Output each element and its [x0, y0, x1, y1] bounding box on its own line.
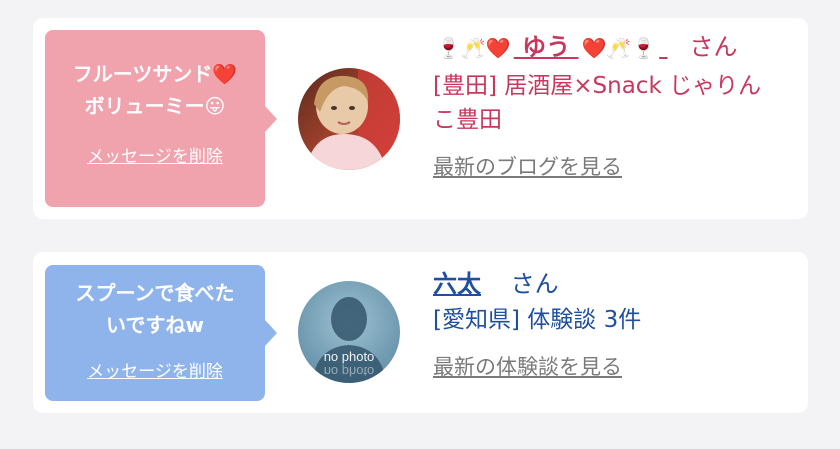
- message-text: スプーンで食べた いですねw: [45, 277, 265, 341]
- no-photo-placeholder: no photo no photo: [298, 281, 400, 383]
- shop-label: [豊田] 居酒屋×Snack じゃりん こ豊田: [433, 69, 793, 137]
- shop-line: こ豊田: [433, 107, 502, 133]
- avatar[interactable]: [298, 68, 400, 170]
- avatar-text: no photo: [324, 349, 375, 364]
- message-text: フルーツサンド❤️ ボリューミー😛: [45, 58, 265, 122]
- delete-message-link[interactable]: メッセージを削除: [87, 142, 223, 167]
- message-line: フルーツサンド❤️: [72, 62, 238, 86]
- delete-message-link[interactable]: メッセージを削除: [87, 357, 223, 382]
- message-line: ボリューミー😛: [84, 94, 226, 118]
- honorific: さん: [510, 270, 559, 298]
- avatar[interactable]: no photo no photo: [298, 281, 400, 383]
- emoji-decoration: ❤️🥂🍷: [581, 36, 657, 60]
- shop-label: [愛知県] 体験談 3件: [433, 307, 642, 333]
- sender-name-link[interactable]: 六太: [433, 270, 481, 298]
- view-latest-experiences-link[interactable]: 最新の体験談を見る: [433, 351, 622, 381]
- message-line: スプーンで食べた: [75, 281, 235, 305]
- message-card: フルーツサンド❤️ ボリューミー😛 メッセージを削除 🍷🥂❤️ ゆう ❤️🥂🍷 …: [33, 18, 808, 219]
- view-latest-blog-link[interactable]: 最新のブログを見る: [433, 151, 622, 181]
- message-bubble: フルーツサンド❤️ ボリューミー😛 メッセージを削除: [45, 30, 277, 207]
- shop-line: [豊田] 居酒屋×Snack じゃりん: [433, 73, 762, 99]
- message-line: いですねw: [106, 313, 204, 337]
- message-card: スプーンで食べた いですねw メッセージを削除 no photo no phot…: [33, 252, 808, 413]
- sender-name-line: 🍷🥂❤️ ゆう ❤️🥂🍷 さん: [433, 30, 793, 65]
- honorific: さん: [689, 33, 738, 61]
- sender-name-link[interactable]: 🍷🥂❤️ ゆう ❤️🥂🍷: [433, 33, 668, 61]
- sender-name: ゆう: [522, 33, 571, 61]
- avatar-photo: [298, 68, 400, 170]
- sender-info: 六太 さん [愛知県] 体験談 3件 最新の体験談を見る: [433, 267, 793, 381]
- sender-name-line: 六太 さん: [433, 267, 793, 301]
- message-bubble: スプーンで食べた いですねw メッセージを削除: [45, 265, 277, 401]
- sender-info: 🍷🥂❤️ ゆう ❤️🥂🍷 さん [豊田] 居酒屋×Snack じゃりん こ豊田 …: [433, 30, 793, 181]
- avatar-text-reflection: no photo: [324, 364, 375, 379]
- emoji-decoration: 🍷🥂❤️: [436, 36, 511, 60]
